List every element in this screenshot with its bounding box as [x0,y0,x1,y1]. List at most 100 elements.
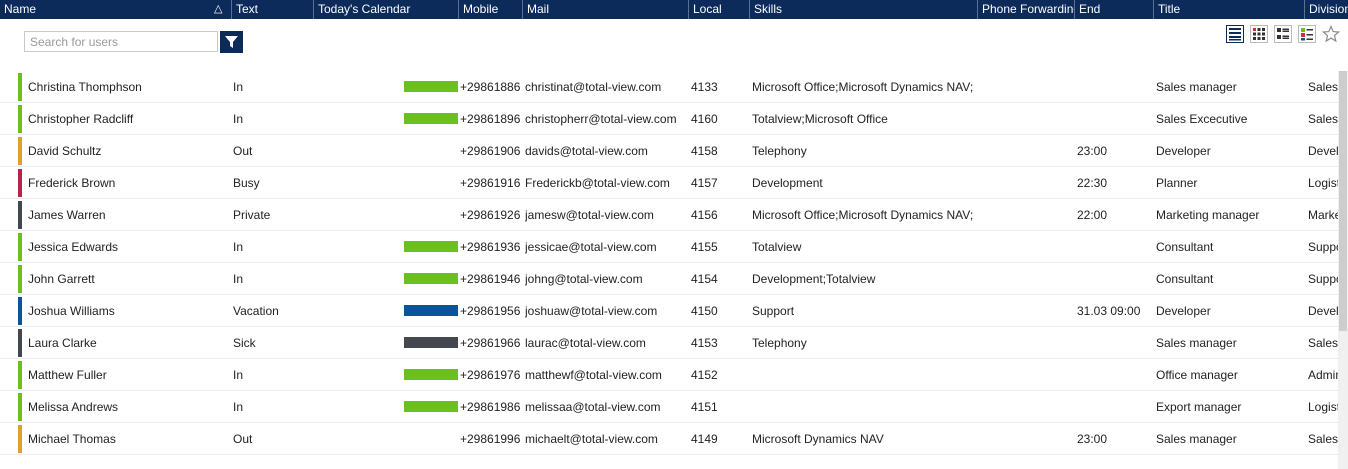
sort-ascending-icon[interactable]: △ [214,0,222,19]
job-title: Planner [1156,176,1198,190]
star-icon[interactable] [1321,24,1341,43]
list-view-icon[interactable] [1226,25,1244,43]
mail-address: michaelt@total-view.com [525,432,658,446]
end-time: 22:30 [1077,176,1108,190]
mail-address: jessicae@total-view.com [525,240,657,254]
mobile-number: +29861956 [460,304,521,318]
status-indicator [18,169,22,197]
skills [752,359,976,391]
job-title: Consultant [1156,272,1214,286]
mail-address: christinat@total-view.com [525,80,662,94]
mobile-number: +29861976 [460,368,521,382]
column-header-phone-forwarding[interactable]: Phone Forwarding [978,0,1075,19]
division: Logist [1308,176,1338,190]
local-extension: 4157 [691,176,718,190]
status-indicator [18,425,22,453]
table-row[interactable]: Melissa Andrews In +29861986 melissaa@total… [0,391,1338,423]
phone-forwarding [980,327,1075,359]
status-text: Busy [233,176,260,190]
card-view-icon[interactable] [1298,25,1316,43]
scrollbar-thumb[interactable] [1339,71,1347,331]
skills: Development;Totalview [752,272,876,286]
column-header-skills[interactable]: Skills [750,0,978,19]
column-header-label: Phone Forwarding [982,2,1075,16]
column-header-mobile[interactable]: Mobile [459,0,523,19]
calendar-bar [404,241,458,252]
local-extension: 4156 [691,208,718,222]
mobile-number: +29861946 [460,272,521,286]
local-extension: 4160 [691,112,718,126]
user-name: John Garrett [28,272,95,286]
table-row[interactable]: Jessica Edwards In +29861936 jessicae@total… [0,231,1338,263]
job-title: Sales manager [1156,336,1237,350]
user-name: Frederick Brown [28,176,116,190]
local-extension: 4158 [691,144,718,158]
vertical-scrollbar[interactable] [1338,71,1348,469]
filter-button[interactable] [220,31,243,53]
local-extension: 4154 [691,272,718,286]
local-extension: 4155 [691,240,718,254]
column-header-title[interactable]: Title [1154,0,1305,19]
user-name: Christopher Radcliff [28,112,134,126]
table-row[interactable]: Michael Thomas Out +29861996 michaelt@total… [0,423,1338,455]
table-row[interactable]: James Warren Private +29861926 jamesw@total… [0,199,1338,231]
column-header-division[interactable]: Division [1305,0,1348,19]
status-text: Sick [233,336,256,350]
calendar-bar [404,305,458,316]
column-header-mail[interactable]: Mail [523,0,689,19]
table-row[interactable]: Laura Clarke Sick +29861966 laurac@total-vi… [0,327,1338,359]
calendar-bar [404,273,458,284]
job-title: Sales manager [1156,80,1237,94]
skills: Microsoft Office;Microsoft Dynamics NAV; [752,208,974,222]
table-row[interactable]: Christopher Radcliff In +29861896 christoph… [0,103,1338,135]
status-text: Out [233,144,253,158]
mobile-number: +29861996 [460,432,521,446]
local-extension: 4133 [691,80,718,94]
column-header-text[interactable]: Text [232,0,314,19]
column-header-end[interactable]: End [1075,0,1154,19]
column-header-label: Title [1158,2,1181,16]
table-row[interactable]: John Garrett In +29861946 johng@total-view.… [0,263,1338,295]
calendar-bar [404,401,458,412]
table-row[interactable]: Frederick Brown Busy +29861916 Frederickb@t… [0,167,1338,199]
skills: Support [752,304,795,318]
division: Marke [1308,208,1338,222]
end-time: 31.03 09:00 [1077,304,1141,318]
detail-view-icon[interactable] [1274,25,1292,43]
user-name: David Schultz [28,144,102,158]
mail-address: joshuaw@total-view.com [525,304,658,318]
division: Adminis [1308,368,1338,382]
calendar-bar [404,113,458,124]
mobile-number: +29861896 [460,112,521,126]
table-row[interactable]: Matthew Fuller In +29861976 matthewf@total-… [0,359,1338,391]
division: Logistic [1308,400,1338,414]
phone-forwarding [980,263,1075,295]
column-header-local[interactable]: Local [689,0,750,19]
status-text: In [233,400,244,414]
user-name: James Warren [28,208,106,222]
status-indicator [18,201,22,229]
table-row[interactable]: Christina Thomphson In +29861886 christinat… [0,71,1338,103]
division: Develo [1308,304,1338,318]
column-header-label: Mail [527,2,550,16]
column-header-name[interactable]: Name [0,0,232,19]
user-name: Melissa Andrews [28,400,119,414]
end-time: 23:00 [1077,432,1108,446]
skills: Microsoft Dynamics NAV [752,432,884,446]
division: Sales [1308,432,1338,446]
status-indicator [18,137,22,165]
mail-address: matthewf@total-view.com [525,368,662,382]
phone-forwarding [980,231,1075,263]
table-row[interactable]: Joshua Williams Vacation +29861956 joshuaw@… [0,295,1338,327]
table-row[interactable]: David Schultz Out +29861906 davids@total-vi… [0,135,1338,167]
end-time [1077,359,1154,391]
phone-forwarding [980,359,1075,391]
grid-view-icon[interactable] [1250,25,1268,43]
mobile-number: +29861906 [460,144,521,158]
status-text: In [233,240,244,254]
phone-forwarding [980,167,1075,199]
division: Suppo [1308,272,1338,286]
mail-address: Frederickb@total-view.com [525,176,670,190]
column-header-calendar[interactable]: Today's Calendar [314,0,459,19]
search-input[interactable] [24,31,218,52]
